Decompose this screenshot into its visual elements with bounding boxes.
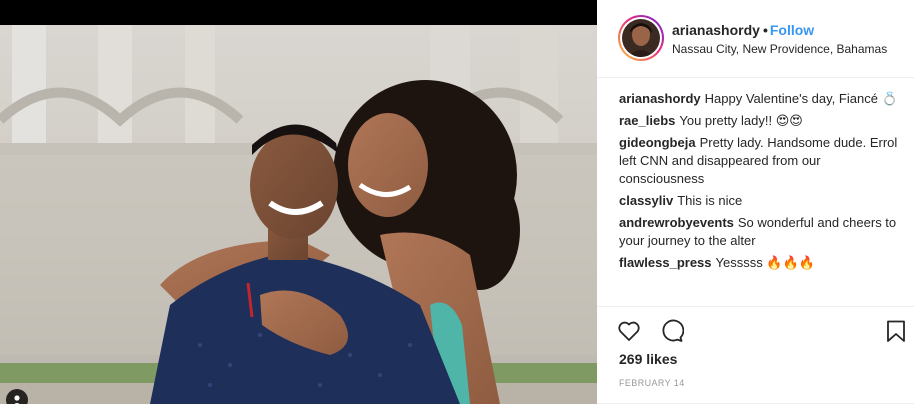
comment-list: arianashordy Happy Valentine's day, Fianc…: [619, 90, 904, 276]
header-line: arianashordy • Follow: [672, 22, 814, 38]
comment-username[interactable]: andrewrobyevents: [619, 215, 734, 230]
comment-username[interactable]: rae_liebs: [619, 113, 675, 128]
story-ring[interactable]: [618, 15, 664, 61]
comment-item: classyliv This is nice: [619, 192, 904, 210]
bookmark-icon[interactable]: [882, 317, 910, 345]
comment-bubble-icon[interactable]: [658, 317, 686, 345]
comment-item: gideongbeja Pretty lady. Handsome dude. E…: [619, 134, 904, 188]
comment-username[interactable]: gideongbeja: [619, 135, 696, 150]
location-link[interactable]: Nassau City, New Providence, Bahamas: [672, 42, 887, 56]
comment-text: Yesssss 🔥🔥🔥: [715, 255, 815, 270]
follow-button[interactable]: Follow: [770, 22, 814, 38]
comment-text: This is nice: [677, 193, 743, 208]
comment-text: Happy Valentine's day, Fiancé 💍: [704, 91, 898, 106]
post-date[interactable]: FEBRUARY 14: [619, 378, 685, 388]
post-side-panel: arianashordy • Follow Nassau City, New Pro…: [597, 0, 914, 404]
comment-item: rae_liebs You pretty lady!! 😍😍: [619, 112, 904, 130]
comment-username[interactable]: flawless_press: [619, 255, 712, 270]
comment-item: flawless_press Yesssss 🔥🔥🔥: [619, 254, 904, 272]
comment-username[interactable]: arianashordy: [619, 91, 701, 106]
photo-top-bar: [0, 0, 597, 25]
avatar[interactable]: [622, 19, 660, 57]
caption: arianashordy Happy Valentine's day, Fianc…: [619, 90, 904, 108]
comment-username[interactable]: classyliv: [619, 193, 673, 208]
separator-dot: •: [762, 22, 768, 38]
post-photo[interactable]: [0, 25, 597, 404]
post-actions: 269 likes FEBRUARY 14: [597, 306, 914, 404]
username-link[interactable]: arianashordy: [672, 22, 760, 38]
heart-icon[interactable]: [615, 317, 643, 345]
person-tag-icon[interactable]: [6, 389, 28, 404]
post-photo-pane: [0, 0, 597, 404]
like-count[interactable]: 269 likes: [619, 351, 677, 367]
comment-item: andrewrobyevents So wonderful and cheers …: [619, 214, 904, 250]
post-header: arianashordy • Follow Nassau City, New Pro…: [597, 0, 914, 78]
comment-text: You pretty lady!! 😍😍: [679, 113, 803, 128]
